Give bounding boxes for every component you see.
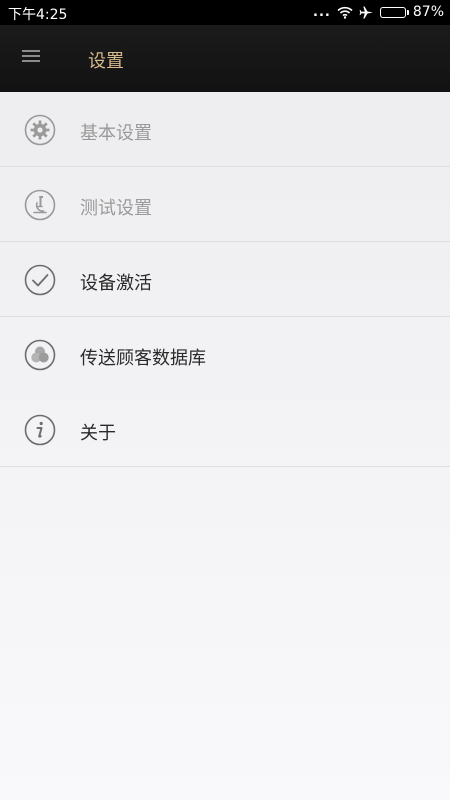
gear-icon xyxy=(24,114,56,146)
battery-percent: 87% xyxy=(412,4,444,20)
status-bar: 下午4:25 ... 87% xyxy=(0,0,450,25)
airplane-icon xyxy=(359,5,374,20)
wifi-icon xyxy=(337,6,353,19)
menu-item-transfer-customer-database[interactable]: 传送顾客数据库 xyxy=(0,317,450,392)
hamburger-menu-icon[interactable] xyxy=(22,50,40,64)
menu-item-about[interactable]: 关于 xyxy=(0,392,450,467)
info-icon xyxy=(24,414,56,446)
checkmark-icon xyxy=(24,264,56,296)
menu-item-label: 设备激活 xyxy=(80,273,152,294)
battery-icon: 87% xyxy=(379,4,444,20)
menu-item-device-activation[interactable]: 设备激活 xyxy=(0,242,450,317)
settings-menu: 基本设置 测试设置 设备激活 传送顾客数据库 关于 xyxy=(0,92,450,467)
app-bar: 设置 xyxy=(0,25,450,92)
menu-item-label: 测试设置 xyxy=(80,198,152,219)
status-time: 下午4:25 xyxy=(8,7,68,23)
database-circles-icon xyxy=(24,339,56,371)
menu-item-label: 关于 xyxy=(80,423,116,444)
menu-item-basic-settings[interactable]: 基本设置 xyxy=(0,92,450,167)
more-dots: ... xyxy=(313,5,331,20)
menu-item-test-settings[interactable]: 测试设置 xyxy=(0,167,450,242)
microscope-icon xyxy=(24,189,56,221)
menu-item-label: 基本设置 xyxy=(80,123,152,144)
page-title: 设置 xyxy=(88,51,124,72)
status-indicators: ... 87% xyxy=(313,4,444,20)
menu-item-label: 传送顾客数据库 xyxy=(80,348,206,369)
